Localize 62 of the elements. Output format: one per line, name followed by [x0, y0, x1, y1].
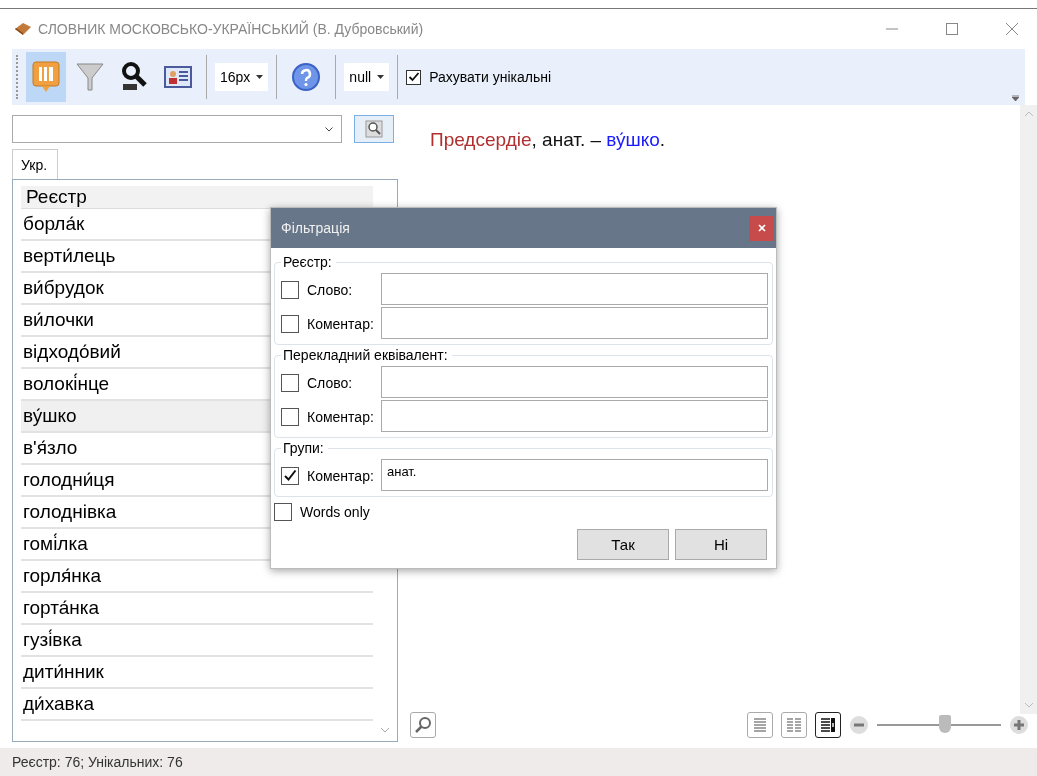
ok-button[interactable]: Так	[577, 529, 669, 560]
checkbox[interactable]	[281, 373, 299, 392]
checkbox[interactable]	[281, 280, 299, 299]
list-item[interactable]: ди́хавка	[21, 689, 373, 721]
maximize-icon[interactable]	[945, 22, 959, 36]
book-icon	[14, 22, 32, 36]
input-field[interactable]: анат.	[381, 459, 768, 491]
cancel-button[interactable]: Ні	[675, 529, 767, 560]
layout-icon	[751, 716, 769, 734]
input-field[interactable]	[381, 400, 768, 432]
checkbox[interactable]	[281, 407, 299, 426]
two-column-view-button[interactable]	[781, 712, 807, 738]
tab[interactable]: Укр.	[12, 149, 59, 179]
side-panel-view-button[interactable]	[815, 712, 841, 738]
zoom-slider[interactable]	[877, 715, 1001, 735]
checkbox[interactable]	[281, 466, 299, 485]
overflow-icon[interactable]	[1012, 95, 1019, 101]
zoom-out-icon[interactable]	[849, 715, 869, 735]
caret-icon	[256, 75, 264, 79]
checkbox[interactable]	[274, 503, 292, 521]
input-field[interactable]	[381, 307, 768, 339]
funnel-icon	[75, 60, 105, 94]
dictionary-button[interactable]	[26, 52, 66, 102]
chevron-icon	[325, 126, 333, 132]
article-text: Предсердіе, анат. – ву́шко.	[430, 129, 666, 151]
mode-dropdown[interactable]: null	[344, 63, 390, 91]
list-item[interactable]: дити́нник	[21, 657, 373, 689]
field-label: Коментар:	[307, 315, 375, 332]
field-label: Слово:	[307, 374, 354, 391]
list-item[interactable]: гузі́вка	[21, 625, 373, 657]
checkbox[interactable]	[281, 314, 299, 333]
close-icon[interactable]	[1005, 22, 1019, 36]
close-button[interactable]	[749, 215, 774, 241]
search-icon	[365, 120, 383, 138]
group-label: Перекладний еквівалент:	[281, 347, 452, 363]
help-icon[interactable]	[291, 62, 322, 92]
search-icon	[414, 716, 432, 734]
checkbox[interactable]	[406, 69, 422, 85]
font-size-dropdown[interactable]: 16px	[215, 63, 269, 91]
checkbox-label: Words only	[300, 504, 370, 520]
dialog-title: Фільтрація	[281, 220, 350, 236]
scroll-down-icon[interactable]	[380, 727, 390, 733]
field-label: Слово:	[307, 281, 354, 298]
list-item[interactable]: горта́нка	[21, 593, 373, 625]
close-icon	[757, 224, 766, 232]
input-field[interactable]	[381, 366, 768, 398]
caret-icon	[377, 75, 385, 79]
window-title: СЛОВНИК МОСКОВСЬКО-УКРАЇНСЬКИЙ (В. Дубровський)	[38, 21, 424, 37]
group-label: Реєстр:	[281, 254, 336, 270]
column-header[interactable]: Реєстр	[21, 186, 373, 209]
zoom-in-icon[interactable]	[1009, 715, 1029, 735]
layout-icon	[785, 716, 803, 734]
single-column-view-button[interactable]	[747, 712, 773, 738]
checkbox-label: Рахувати унікальні	[429, 69, 552, 85]
status-bar: Реєстр: 76; Унікальних: 76	[0, 748, 1037, 776]
input-field[interactable]	[381, 273, 768, 305]
book-icon	[31, 60, 61, 94]
search-combobox[interactable]	[12, 115, 342, 143]
layout-icon	[819, 716, 837, 734]
field-label: Коментар:	[307, 467, 375, 484]
field-label: Коментар:	[307, 408, 375, 425]
group-label: Групи:	[281, 440, 328, 456]
